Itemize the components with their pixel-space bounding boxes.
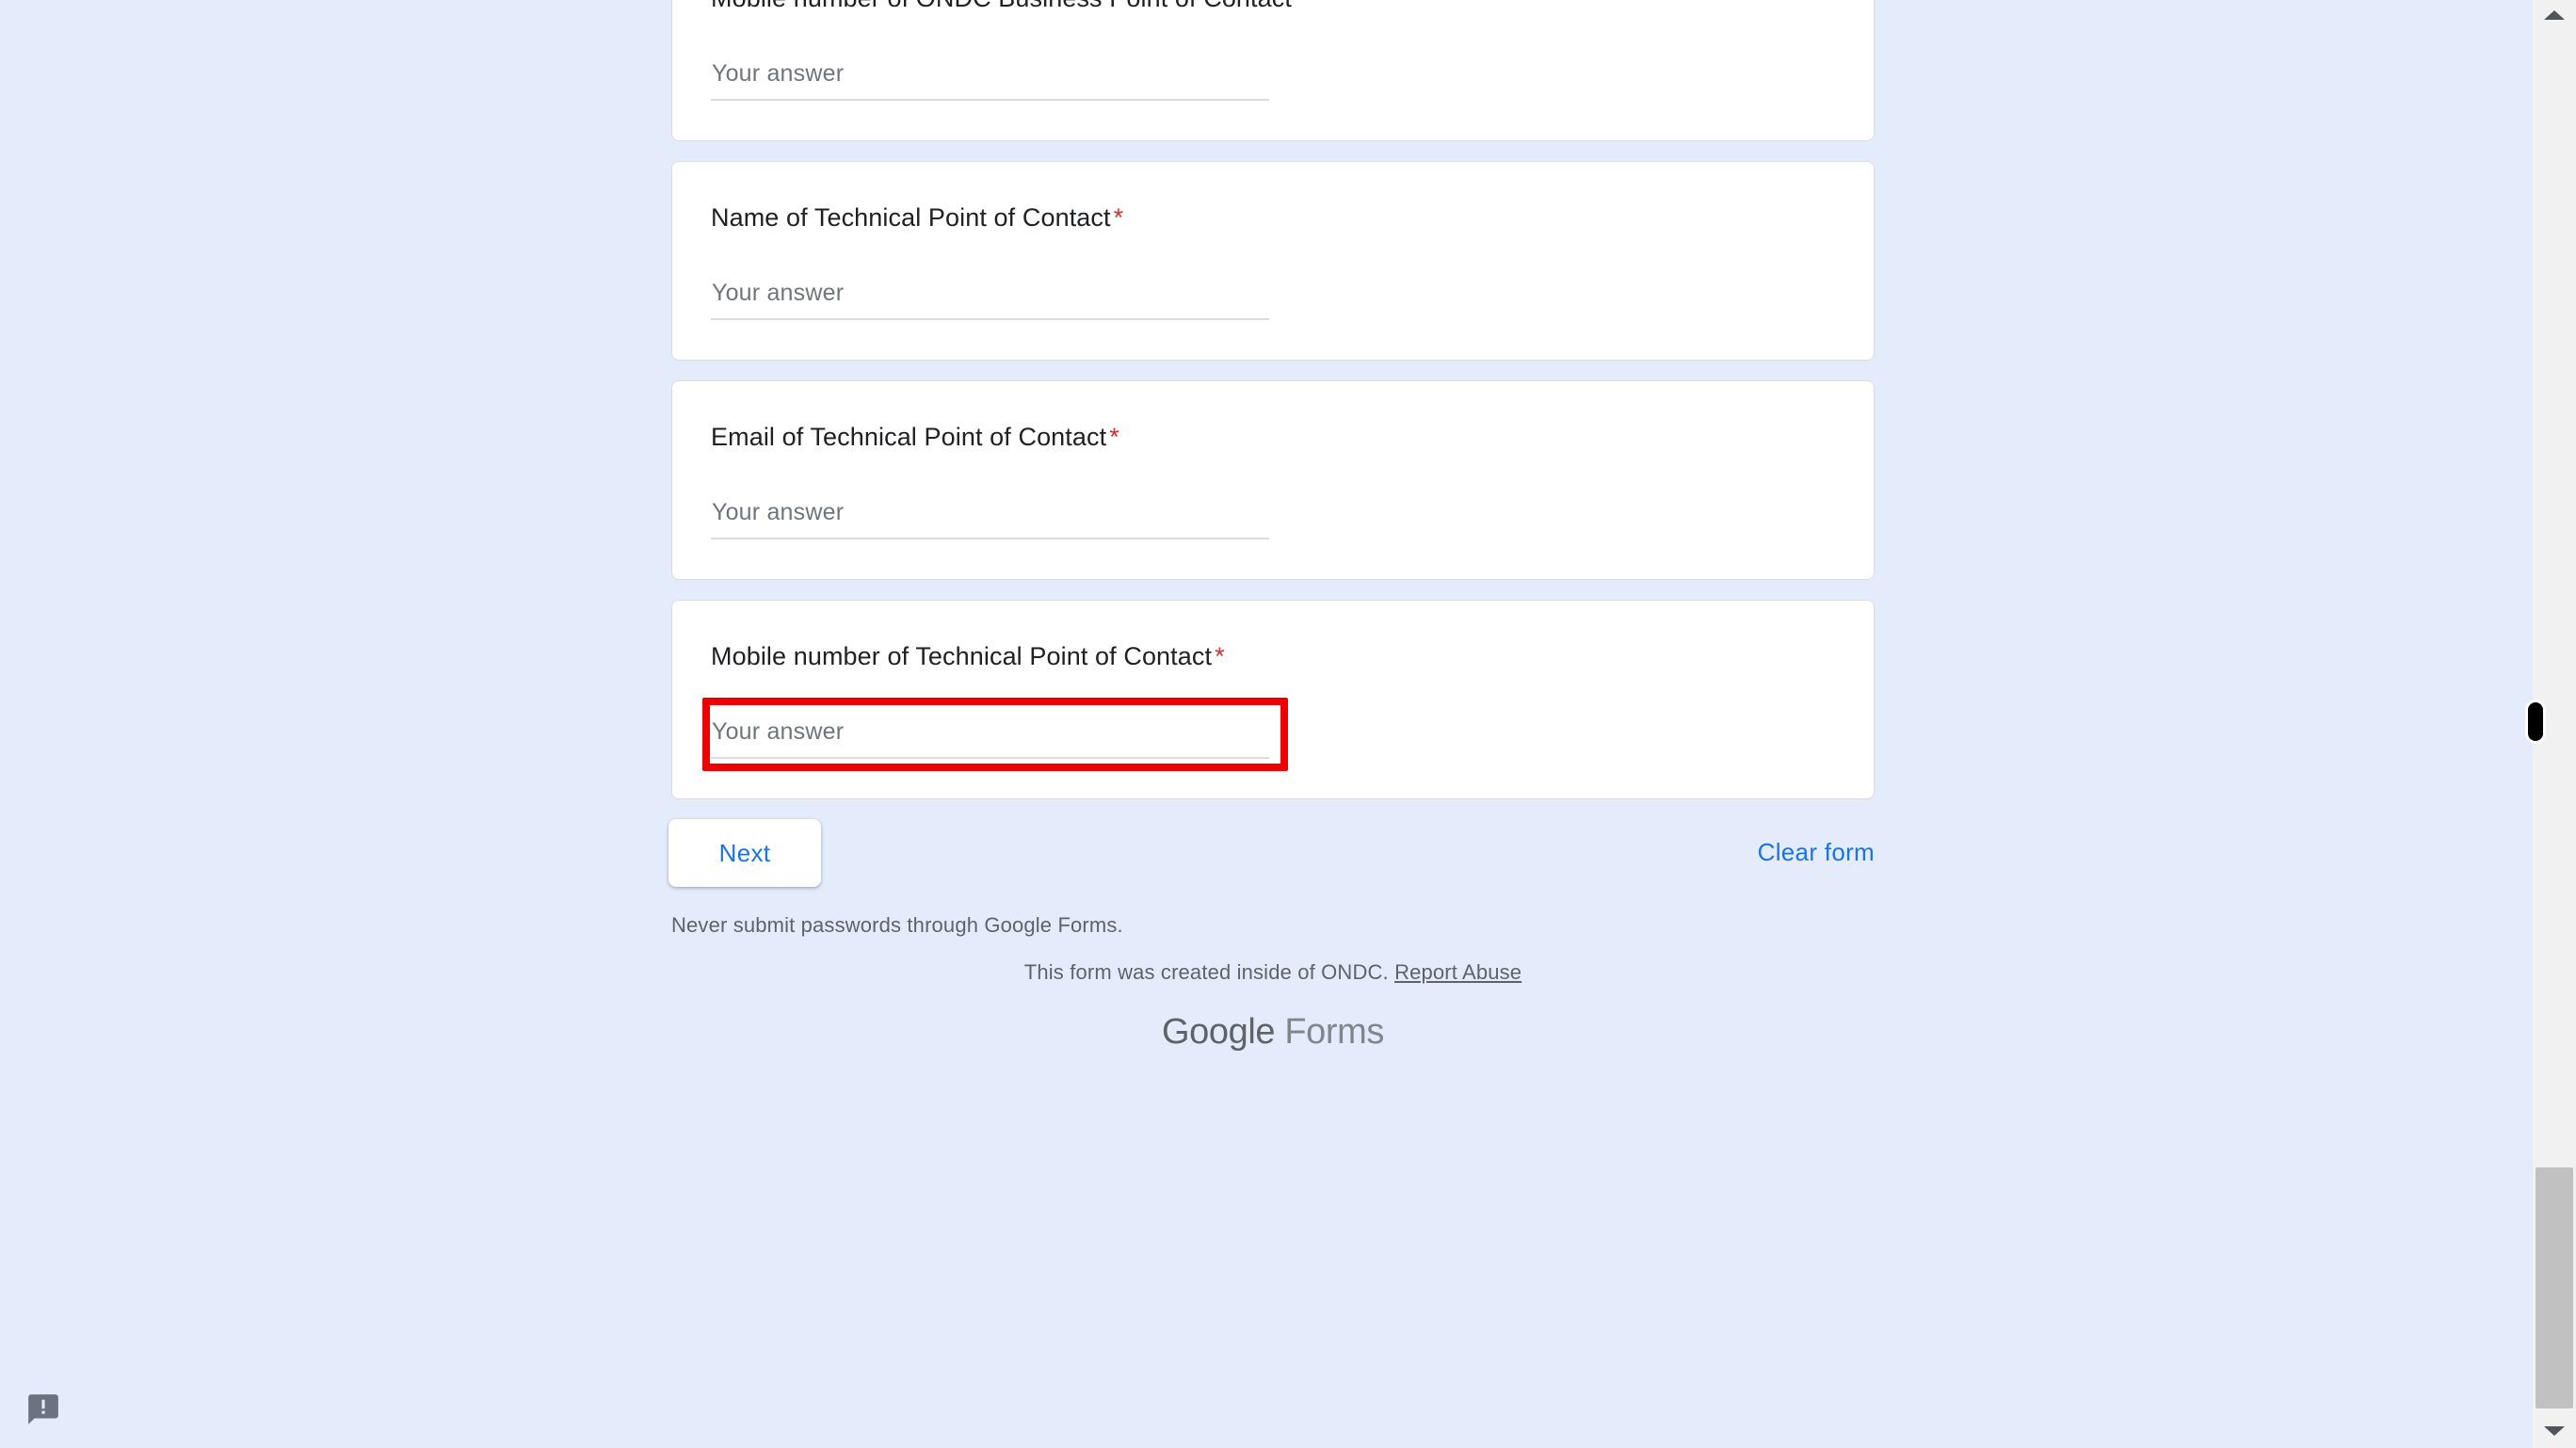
feedback-bubble-icon[interactable] xyxy=(25,1392,61,1427)
question-title-text: Mobile number of ONDC Business Point of … xyxy=(711,0,1292,12)
answer-field-wrapper[interactable]: Your answer xyxy=(711,275,1269,320)
chevron-down-icon xyxy=(2544,1426,2565,1436)
question-title: Mobile number of Technical Point of Cont… xyxy=(711,640,1835,672)
answer-field-wrapper[interactable]: Your answer xyxy=(711,56,1269,101)
cursor-indicator xyxy=(2525,700,2546,744)
question-card-name-technical-poc: Name of Technical Point of Contact * Your… xyxy=(671,161,1875,361)
google-forms-logo-forms: Forms xyxy=(1284,1012,1384,1052)
required-asterisk: * xyxy=(1113,203,1124,232)
question-card-mobile-ondc-business-poc: Mobile number of ONDC Business Point of … xyxy=(671,0,1875,141)
form-scroll-viewport: Mobile number of ONDC Business Point of … xyxy=(0,0,2533,1448)
question-title: Mobile number of ONDC Business Point of … xyxy=(711,0,1835,14)
answer-underline xyxy=(711,318,1269,320)
next-button[interactable]: Next xyxy=(668,819,821,887)
question-title-text: Email of Technical Point of Contact xyxy=(711,423,1107,451)
answer-underline xyxy=(711,757,1269,759)
created-inside-label: This form was created inside of ONDC. xyxy=(1023,960,1389,984)
required-asterisk: * xyxy=(1109,423,1119,451)
question-title-text: Name of Technical Point of Contact xyxy=(711,203,1111,232)
answer-placeholder: Your answer xyxy=(712,718,845,745)
google-forms-logo: Google Forms xyxy=(671,1010,1875,1054)
created-inside-text: This form was created inside of ONDC. Re… xyxy=(671,959,1875,986)
chevron-up-icon xyxy=(2544,10,2565,20)
report-abuse-link[interactable]: Report Abuse xyxy=(1394,960,1521,984)
answer-field-wrapper[interactable]: Your answer xyxy=(711,494,1269,539)
question-card-mobile-technical-poc: Mobile number of Technical Point of Cont… xyxy=(671,600,1875,799)
answer-underline xyxy=(711,538,1269,539)
password-warning-text: Never submit passwords through Google Fo… xyxy=(671,913,1123,937)
answer-placeholder: Your answer xyxy=(712,60,845,87)
scrollbar-down-arrow[interactable] xyxy=(2533,1420,2576,1442)
required-asterisk: * xyxy=(1295,0,1305,12)
clear-form-link[interactable]: Clear form xyxy=(1758,838,1875,867)
question-title-text: Mobile number of Technical Point of Cont… xyxy=(711,642,1213,670)
question-title: Name of Technical Point of Contact * xyxy=(711,201,1835,233)
answer-placeholder: Your answer xyxy=(712,499,845,525)
question-card-email-technical-poc: Email of Technical Point of Contact * You… xyxy=(671,380,1875,580)
form-actions-row: Next Clear form xyxy=(668,819,1875,887)
required-asterisk: * xyxy=(1215,642,1225,670)
scrollbar-up-arrow[interactable] xyxy=(2533,4,2576,26)
google-forms-logo-google: Google xyxy=(1162,1012,1276,1052)
answer-underline xyxy=(711,99,1269,101)
answer-placeholder: Your answer xyxy=(712,280,845,306)
form-question-list: Mobile number of ONDC Business Point of … xyxy=(668,0,1875,1054)
question-title: Email of Technical Point of Contact * xyxy=(711,421,1835,453)
scrollbar-thumb[interactable] xyxy=(2536,1167,2573,1408)
answer-field-wrapper-highlighted[interactable]: Your answer xyxy=(702,698,1288,771)
